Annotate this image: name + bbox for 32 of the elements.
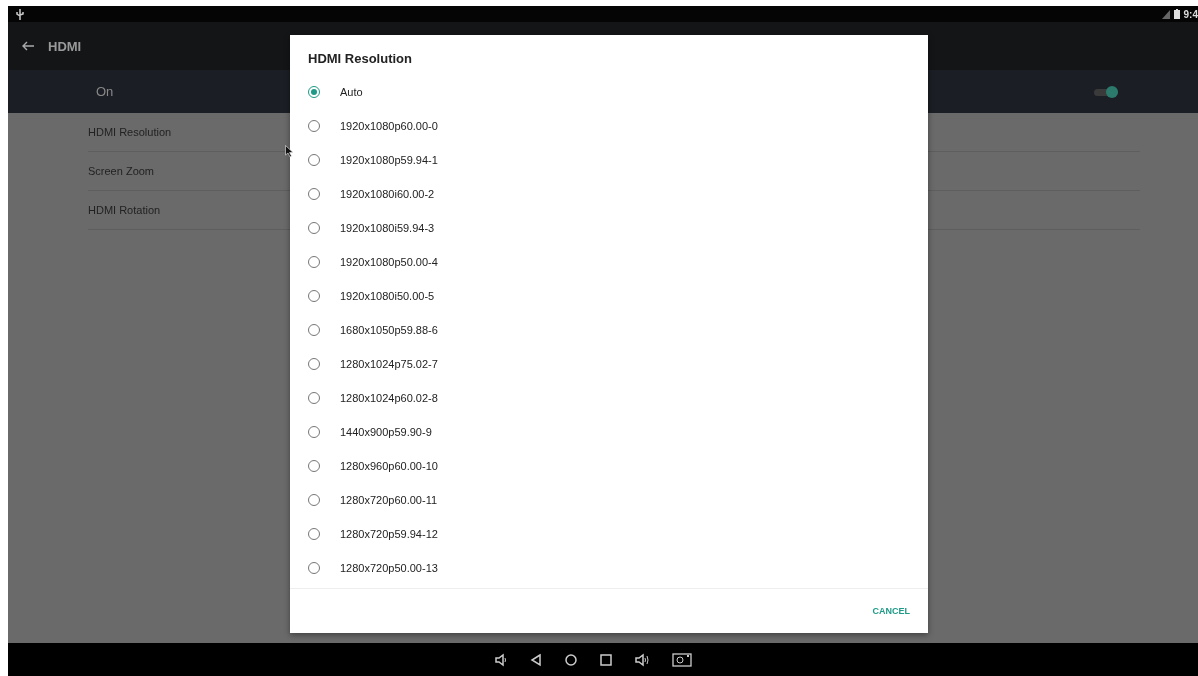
battery-icon <box>1173 9 1180 19</box>
switch-label: On <box>96 84 114 99</box>
volume-up-icon[interactable] <box>634 652 650 667</box>
home-icon[interactable] <box>564 652 578 667</box>
clock-time: 9:4 <box>1183 8 1198 20</box>
option-label[interactable]: Auto <box>340 86 363 98</box>
toggle-switch[interactable] <box>1094 85 1118 98</box>
option-label[interactable]: 1920x1080i59.94-3 <box>340 222 435 234</box>
usb-icon <box>16 8 24 20</box>
mouse-pointer-icon <box>285 145 294 158</box>
option-label[interactable]: 1280x720p50.00-13 <box>340 562 438 574</box>
option-label[interactable]: 1920x1080p60.00-0 <box>340 120 438 132</box>
back-arrow-icon[interactable] <box>22 41 34 51</box>
camera-icon[interactable] <box>672 652 692 667</box>
recents-icon[interactable] <box>600 653 612 666</box>
dialog-title: HDMI Resolution <box>307 50 413 68</box>
option-label[interactable]: 1920x1080p59.94-1 <box>340 154 438 166</box>
option-label[interactable]: 1280x960p60.00-10 <box>340 460 438 472</box>
option-label[interactable]: 1440x900p59.90-9 <box>340 426 432 438</box>
option-label[interactable]: 1280x1024p60.02-8 <box>340 392 438 404</box>
option-label[interactable]: 1920x1080p50.00-4 <box>340 256 438 268</box>
option-label[interactable]: 1280x720p59.94-12 <box>340 528 438 540</box>
cancel-button[interactable]: CANCEL <box>868 602 914 620</box>
option-label[interactable]: 1680x1050p59.88-6 <box>340 324 438 336</box>
page-title: HDMI <box>48 38 82 54</box>
option-label[interactable]: 1920x1080i50.00-5 <box>340 290 435 302</box>
option-label[interactable]: 1920x1080i60.00-2 <box>340 188 435 200</box>
no-sim-icon <box>1161 9 1170 19</box>
option-label[interactable]: 1280x1024p75.02-7 <box>340 358 438 370</box>
volume-down-icon[interactable] <box>494 652 508 667</box>
back-icon[interactable] <box>530 652 542 667</box>
option-label[interactable]: 1280x720p60.00-11 <box>340 494 438 506</box>
